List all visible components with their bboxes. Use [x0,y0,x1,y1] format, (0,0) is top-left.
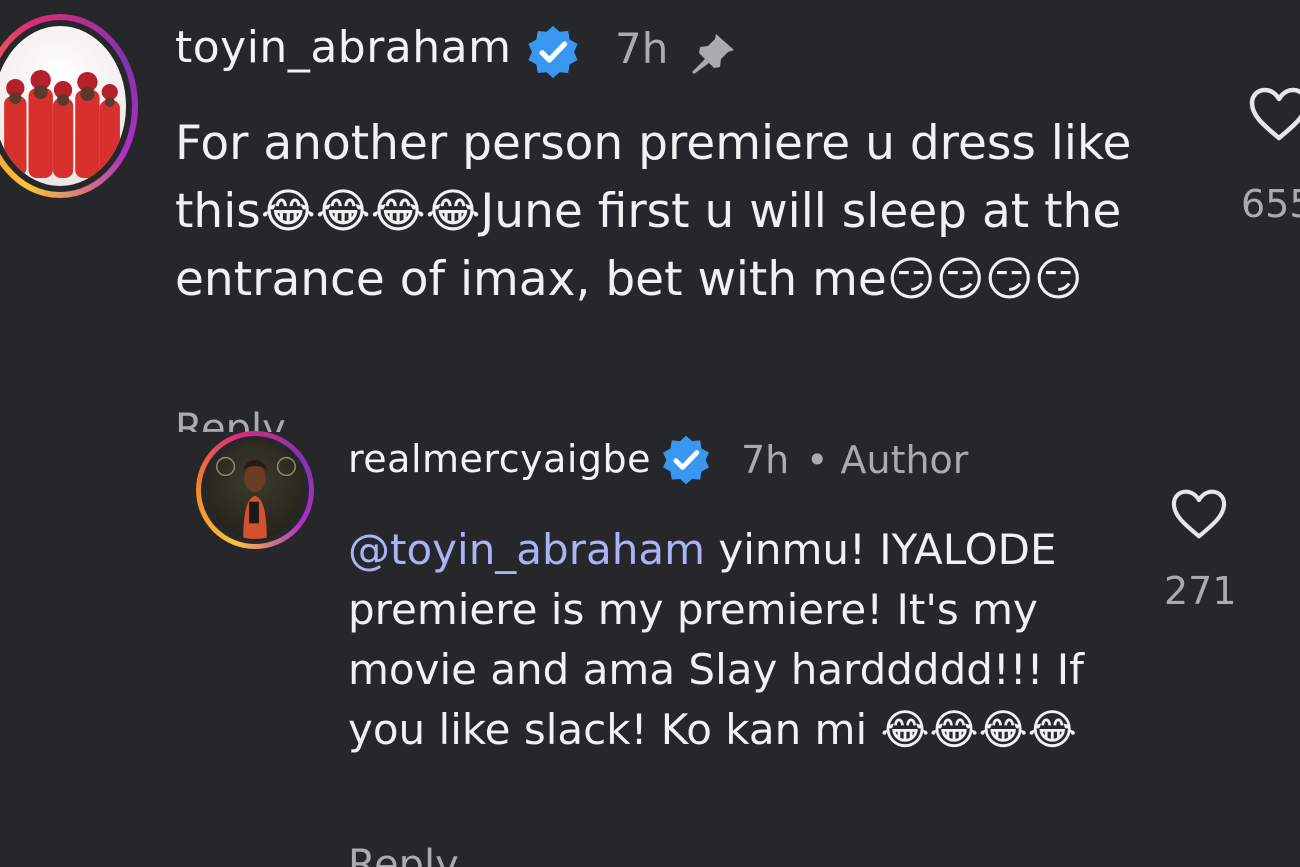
commenter-username[interactable]: toyin_abraham [175,22,511,73]
comment-timestamp: 7h [615,24,669,73]
pin-icon [692,34,734,74]
reply-author-avatar[interactable] [196,431,314,549]
heart-outline-icon[interactable] [1170,488,1228,540]
commenter-avatar[interactable] [0,14,138,198]
author-badge: • Author [806,438,969,482]
avatar-photo [0,26,126,186]
verified-badge-icon [663,435,709,485]
reply-timestamp: 7h [741,438,790,482]
verified-badge-icon [528,25,578,79]
reply-text: @toyin_abraham yinmu! IYALODE premiere i… [348,520,1148,760]
reply-button[interactable]: Reply [348,842,459,867]
like-count: 655 [1241,182,1300,226]
comments-thread: toyin_abraham 7h For another person prem… [0,0,1300,867]
comment-text: For another person premiere u dress like… [175,116,1132,307]
mention-link[interactable]: @toyin_abraham [348,525,705,574]
reply-author-username[interactable]: realmercyaigbe [348,437,651,481]
avatar-photo [206,441,304,539]
reply-button[interactable]: Reply [175,406,286,432]
like-count: 271 [1164,569,1237,613]
heart-outline-icon[interactable] [1248,86,1300,142]
